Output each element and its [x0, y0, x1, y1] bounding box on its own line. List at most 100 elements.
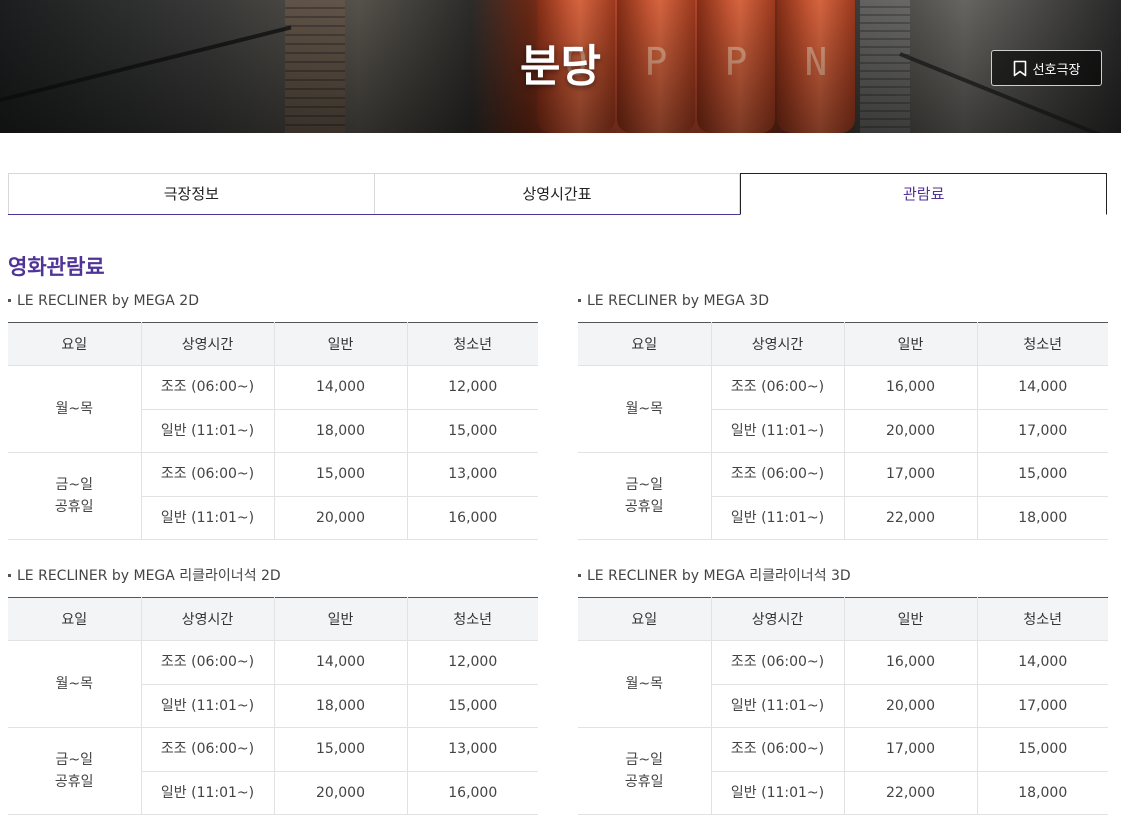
- price-block-title: LE RECLINER by MEGA 리클라이너석 2D: [8, 566, 538, 586]
- adult-price-cell: 20,000: [843, 409, 977, 453]
- youth-price-cell: 16,000: [406, 771, 538, 815]
- adult-price-cell: 15,000: [273, 452, 407, 497]
- day-label: 공휴일: [624, 774, 664, 790]
- youth-price-cell: 17,000: [976, 409, 1108, 453]
- youth-price-cell: 14,000: [976, 365, 1108, 410]
- price-table: 요일 상영시간 일반 청소년 월~목 조조 (06:00~) 14,000 12,000 일반 …: [8, 322, 538, 540]
- day-cell: 금~일공휴일: [578, 452, 711, 540]
- youth-price-cell: 14,000: [976, 640, 1108, 685]
- adult-price-cell: 17,000: [843, 727, 977, 772]
- table-row: 금~일 공휴일 조조 (06:00~) 15,000 13,000: [8, 727, 538, 815]
- column-header: 청소년: [976, 322, 1108, 366]
- column-header: 상영시간: [140, 597, 274, 641]
- showtime-cell: 조조 (06:00~): [140, 640, 274, 685]
- youth-price-cell: 15,000: [976, 727, 1108, 772]
- showtime-cell: 일반 (11:01~): [710, 684, 844, 728]
- youth-price-cell: 15,000: [976, 452, 1108, 497]
- adult-price-cell: 15,000: [273, 727, 407, 772]
- showtime-cell: 일반 (11:01~): [140, 496, 274, 540]
- adult-price-cell: 16,000: [843, 365, 977, 410]
- day-label: 월~목: [625, 676, 664, 692]
- price-block: LE RECLINER by MEGA 리클라이너석 3D 요일 상영시간 일반 청소년…: [578, 566, 1108, 815]
- price-block-title: LE RECLINER by MEGA 3D: [578, 291, 1108, 311]
- column-header: 요일: [578, 322, 711, 366]
- showtime-cell: 조조 (06:00~): [710, 365, 844, 410]
- theater-name: 분당: [520, 41, 601, 92]
- day-cell: 월~목: [8, 640, 141, 728]
- column-header: 요일: [8, 322, 141, 366]
- youth-price-cell: 18,000: [976, 496, 1108, 540]
- price-block-title-text: LE RECLINER by MEGA 리클라이너석 3D: [587, 568, 851, 584]
- price-block-title-text: LE RECLINER by MEGA 리클라이너석 2D: [17, 568, 281, 584]
- showtime-cell: 조조 (06:00~): [140, 727, 274, 772]
- day-label: 금~일: [55, 752, 94, 768]
- day-cell: 월~목: [578, 365, 711, 453]
- column-header: 상영시간: [710, 597, 844, 641]
- theater-tabs: 극장정보 상영시간표 관람료: [8, 173, 1108, 215]
- youth-price-cell: 18,000: [976, 771, 1108, 815]
- showtime-cell: 일반 (11:01~): [140, 771, 274, 815]
- day-cell: 금~일공휴일: [8, 727, 141, 815]
- table-row: 월~목 조조 (06:00~) 14,000 12,000: [8, 365, 538, 453]
- price-block-title: LE RECLINER by MEGA 2D: [8, 291, 538, 311]
- adult-price-cell: 22,000: [843, 771, 977, 815]
- price-block: LE RECLINER by MEGA 3D 요일 상영시간 일반 청소년월~목 조조 (…: [578, 291, 1108, 540]
- price-block-title: LE RECLINER by MEGA 리클라이너석 3D: [578, 566, 1108, 586]
- youth-price-cell: 15,000: [406, 409, 538, 453]
- price-block: LE RECLINER by MEGA 리클라이너석 2D 요일 상영시간 일반 청소년…: [8, 566, 538, 815]
- tab-prices[interactable]: 관람료: [740, 173, 1108, 215]
- day-label: 금~일: [55, 477, 94, 493]
- column-header: 상영시간: [140, 322, 274, 366]
- column-header: 요일: [8, 597, 141, 641]
- price-table: 요일 상영시간 일반 청소년 월~목 조조 (06:00~) 14,000 12,000 일반 …: [8, 597, 538, 815]
- youth-price-cell: 17,000: [976, 684, 1108, 728]
- day-label: 공휴일: [54, 499, 94, 515]
- bullet-icon: [578, 298, 581, 302]
- table-header-row: 요일 상영시간 일반 청소년: [8, 322, 538, 366]
- day-label: 공휴일: [624, 499, 664, 515]
- tab-showtimes[interactable]: 상영시간표: [374, 173, 741, 214]
- adult-price-cell: 16,000: [843, 640, 977, 685]
- theater-hero-banner: O P P N 분당 선호극장: [0, 0, 1121, 133]
- adult-price-cell: 20,000: [273, 771, 407, 815]
- showtime-cell: 일반 (11:01~): [710, 771, 844, 815]
- showtime-cell: 일반 (11:01~): [140, 684, 274, 728]
- column-header: 일반: [843, 322, 977, 366]
- table-row: 월~목 조조 (06:00~) 16,000 14,000: [578, 365, 1108, 453]
- column-header: 일반: [273, 322, 407, 366]
- showtime-cell: 조조 (06:00~): [140, 452, 274, 497]
- day-label: 공휴일: [54, 774, 94, 790]
- adult-price-cell: 18,000: [273, 684, 407, 728]
- favorite-theater-label: 선호극장: [1032, 62, 1081, 78]
- column-header: 청소년: [406, 322, 538, 366]
- table-header-row: 요일 상영시간 일반 청소년: [578, 597, 1108, 641]
- day-label: 금~일: [625, 477, 664, 493]
- day-label: 월~목: [55, 401, 94, 417]
- column-header: 청소년: [406, 597, 538, 641]
- day-cell: 월~목: [578, 640, 711, 728]
- column-header: 상영시간: [710, 322, 844, 366]
- column-header: 요일: [578, 597, 711, 641]
- bookmark-icon: [1013, 60, 1026, 76]
- tab-theater-info[interactable]: 극장정보: [8, 173, 375, 214]
- table-row: 월~목 조조 (06:00~) 14,000 12,000: [8, 640, 538, 728]
- bullet-icon: [578, 573, 581, 577]
- day-label: 월~목: [625, 401, 664, 417]
- bullet-icon: [8, 298, 11, 302]
- column-header: 청소년: [976, 597, 1108, 641]
- table-row: 금~일 공휴일 조조 (06:00~) 15,000 13,000: [8, 452, 538, 540]
- youth-price-cell: 15,000: [406, 684, 538, 728]
- column-header: 일반: [273, 597, 407, 641]
- day-label: 월~목: [55, 676, 94, 692]
- favorite-theater-button[interactable]: 선호극장: [991, 50, 1102, 86]
- showtime-cell: 조조 (06:00~): [140, 365, 274, 410]
- youth-price-cell: 12,000: [406, 640, 538, 685]
- price-block-title-text: LE RECLINER by MEGA 2D: [17, 293, 199, 309]
- youth-price-cell: 12,000: [406, 365, 538, 410]
- showtime-cell: 조조 (06:00~): [710, 727, 844, 772]
- adult-price-cell: 22,000: [843, 496, 977, 540]
- showtime-cell: 일반 (11:01~): [710, 496, 844, 540]
- adult-price-cell: 18,000: [273, 409, 407, 453]
- youth-price-cell: 13,000: [406, 727, 538, 772]
- day-cell: 금~일공휴일: [8, 452, 141, 540]
